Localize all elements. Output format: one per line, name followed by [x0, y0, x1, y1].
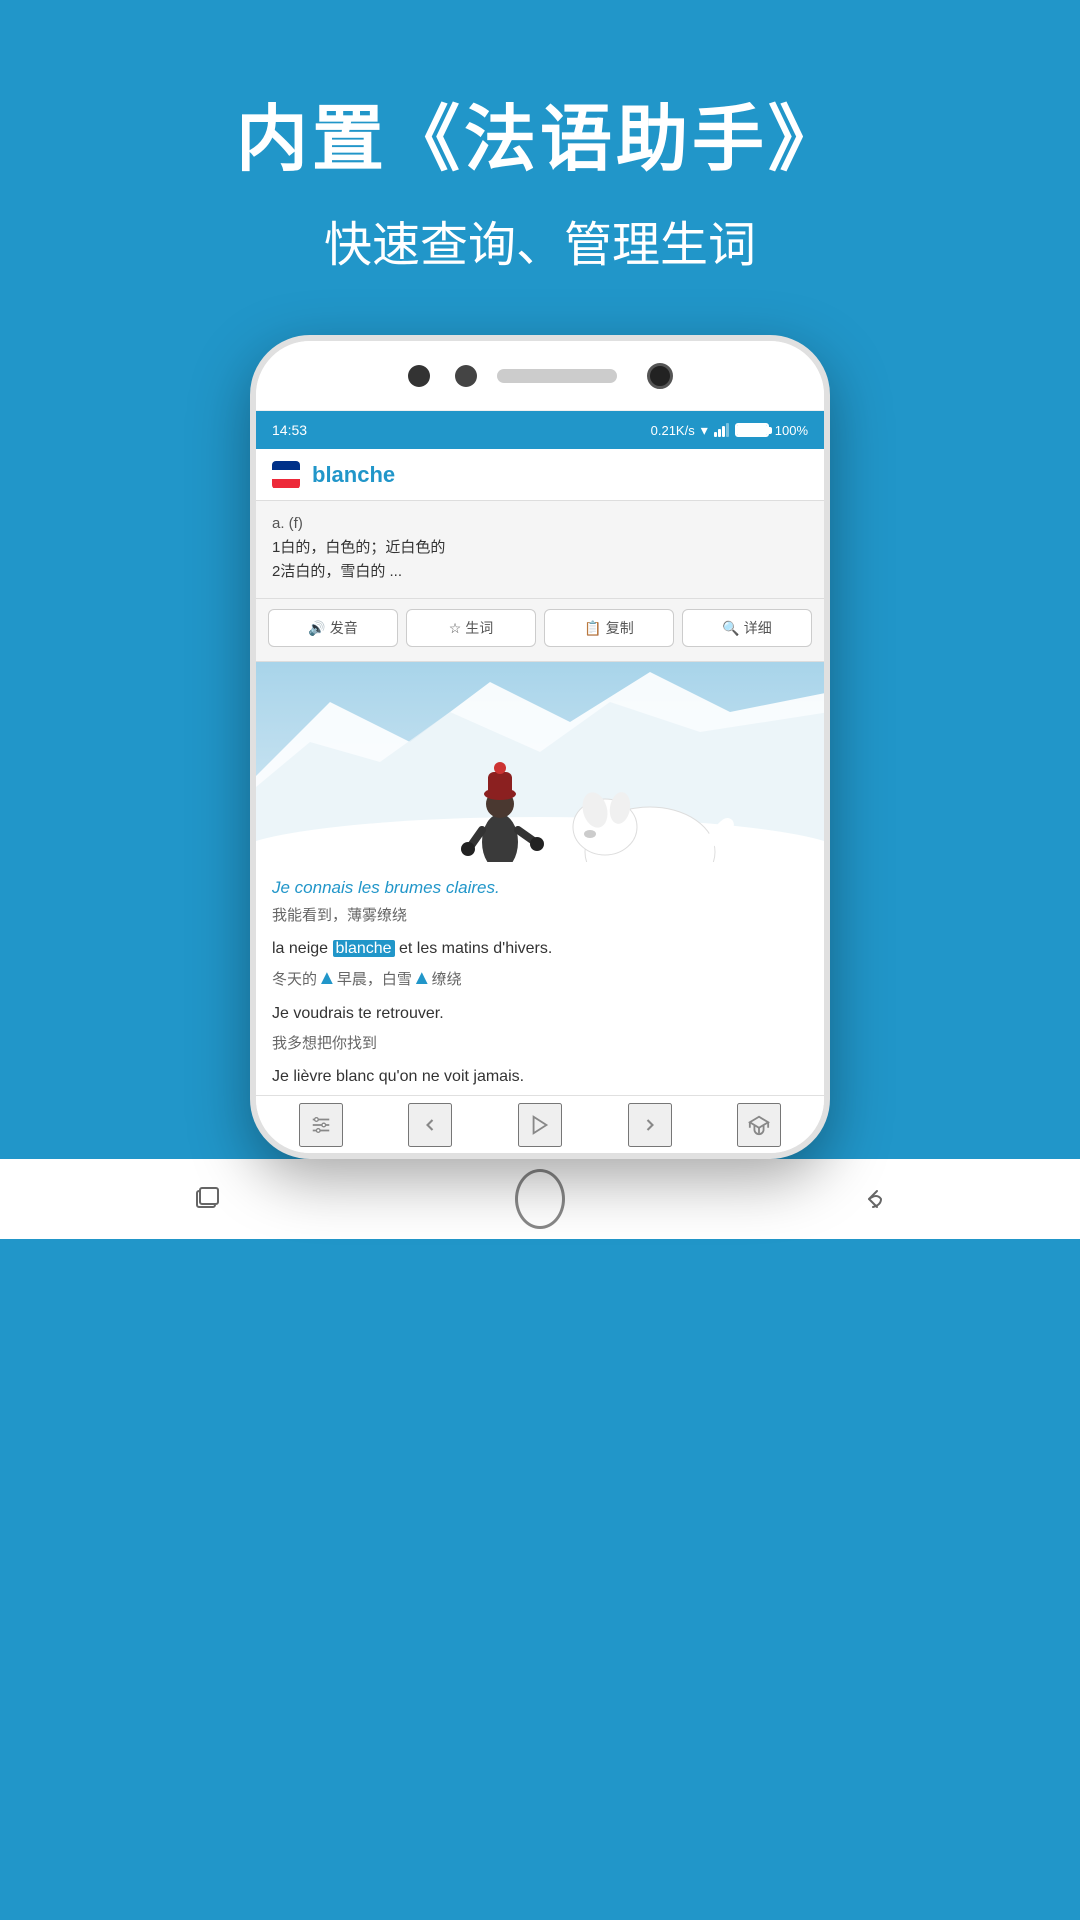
next-nav-button[interactable] — [628, 1103, 672, 1147]
selection-handle-left: ▲ — [317, 967, 337, 989]
sentence-2-chinese: 冬天的▲早晨，白雪▲缭绕 — [272, 967, 808, 990]
definition-line-2: 2洁白的，雪白的 ... — [272, 560, 808, 584]
status-time: 14:53 — [272, 422, 307, 438]
sentence-1-chinese: 我能看到，薄雾缭绕 — [272, 904, 808, 925]
action-buttons-row: 🔊 发音 ☆ 生词 📋 复制 🔍 详细 — [256, 599, 824, 662]
status-speed: 0.21K/s — [651, 423, 695, 438]
phone-mockup: 14:53 0.21K/s ▾ 100% blanche a. ( — [250, 335, 830, 1159]
previous-nav-button[interactable] — [408, 1103, 452, 1147]
star-icon: ☆ — [449, 620, 462, 637]
recent-apps-button[interactable] — [182, 1174, 232, 1224]
scene-image — [256, 662, 824, 862]
phone-top-hardware — [256, 341, 824, 411]
settings-nav-button[interactable] — [299, 1103, 343, 1147]
definition-pos: a. (f) — [272, 515, 808, 532]
front-camera-left2 — [455, 365, 477, 387]
sentence-3-french: Je voudrais te retrouver. — [272, 1002, 808, 1026]
sentence-4-french: Je lièvre blanc qu'on ne voit jamais. — [272, 1065, 808, 1089]
copy-button[interactable]: 📋 复制 — [544, 609, 674, 647]
status-bar: 14:53 0.21K/s ▾ 100% — [256, 411, 824, 449]
sentence-1-french: Je connais les brumes claires. — [272, 878, 808, 898]
phone-speaker — [497, 369, 617, 383]
front-camera-right — [647, 363, 673, 389]
detail-icon: 🔍 — [722, 620, 739, 637]
definition-line-1: 1白的，白色的；近白色的 — [272, 536, 808, 560]
wifi-icon: ▾ — [701, 422, 708, 439]
page-subtitle: 快速查询、管理生词 — [324, 205, 756, 275]
play-nav-button[interactable] — [518, 1103, 562, 1147]
french-flag-icon — [272, 461, 300, 489]
signal-bars — [714, 423, 729, 437]
pronunciation-label: 发音 — [330, 618, 358, 638]
bottom-nav — [256, 1095, 824, 1153]
detail-button[interactable]: 🔍 详细 — [682, 609, 812, 647]
learn-nav-button[interactable] — [737, 1103, 781, 1147]
content-area: Je connais les brumes claires. 我能看到，薄雾缭绕… — [256, 862, 824, 1089]
vocabulary-label: 生词 — [465, 618, 493, 638]
definition-area: a. (f) 1白的，白色的；近白色的 2洁白的，雪白的 ... — [256, 501, 824, 599]
sentence-2-after: et les matins d'hivers. — [395, 940, 553, 957]
status-right: 0.21K/s ▾ 100% — [651, 422, 808, 439]
sentence-2-line: la neige blanche et les matins d'hivers. — [272, 937, 808, 961]
front-camera-left — [408, 365, 430, 387]
sentence-2-before: la neige — [272, 940, 333, 957]
highlighted-word[interactable]: blanche — [333, 940, 395, 957]
back-button[interactable] — [848, 1174, 898, 1224]
sentence-3-chinese: 我多想把你找到 — [272, 1032, 808, 1053]
pronunciation-button[interactable]: 🔊 发音 — [268, 609, 398, 647]
search-word-display: blanche — [312, 462, 395, 488]
selection-handle-right: ▲ — [412, 967, 432, 989]
search-bar[interactable]: blanche — [256, 449, 824, 501]
battery-percent: 100% — [775, 423, 808, 438]
android-nav-bar — [0, 1159, 1080, 1239]
pronunciation-icon: 🔊 — [308, 620, 325, 637]
page-title: 内置《法语助手》 — [236, 80, 844, 185]
battery-icon — [735, 423, 769, 437]
copy-label: 复制 — [606, 618, 634, 638]
vocabulary-button[interactable]: ☆ 生词 — [406, 609, 536, 647]
detail-label: 详细 — [744, 618, 772, 638]
copy-icon: 📋 — [584, 620, 601, 637]
home-button[interactable] — [515, 1174, 565, 1224]
